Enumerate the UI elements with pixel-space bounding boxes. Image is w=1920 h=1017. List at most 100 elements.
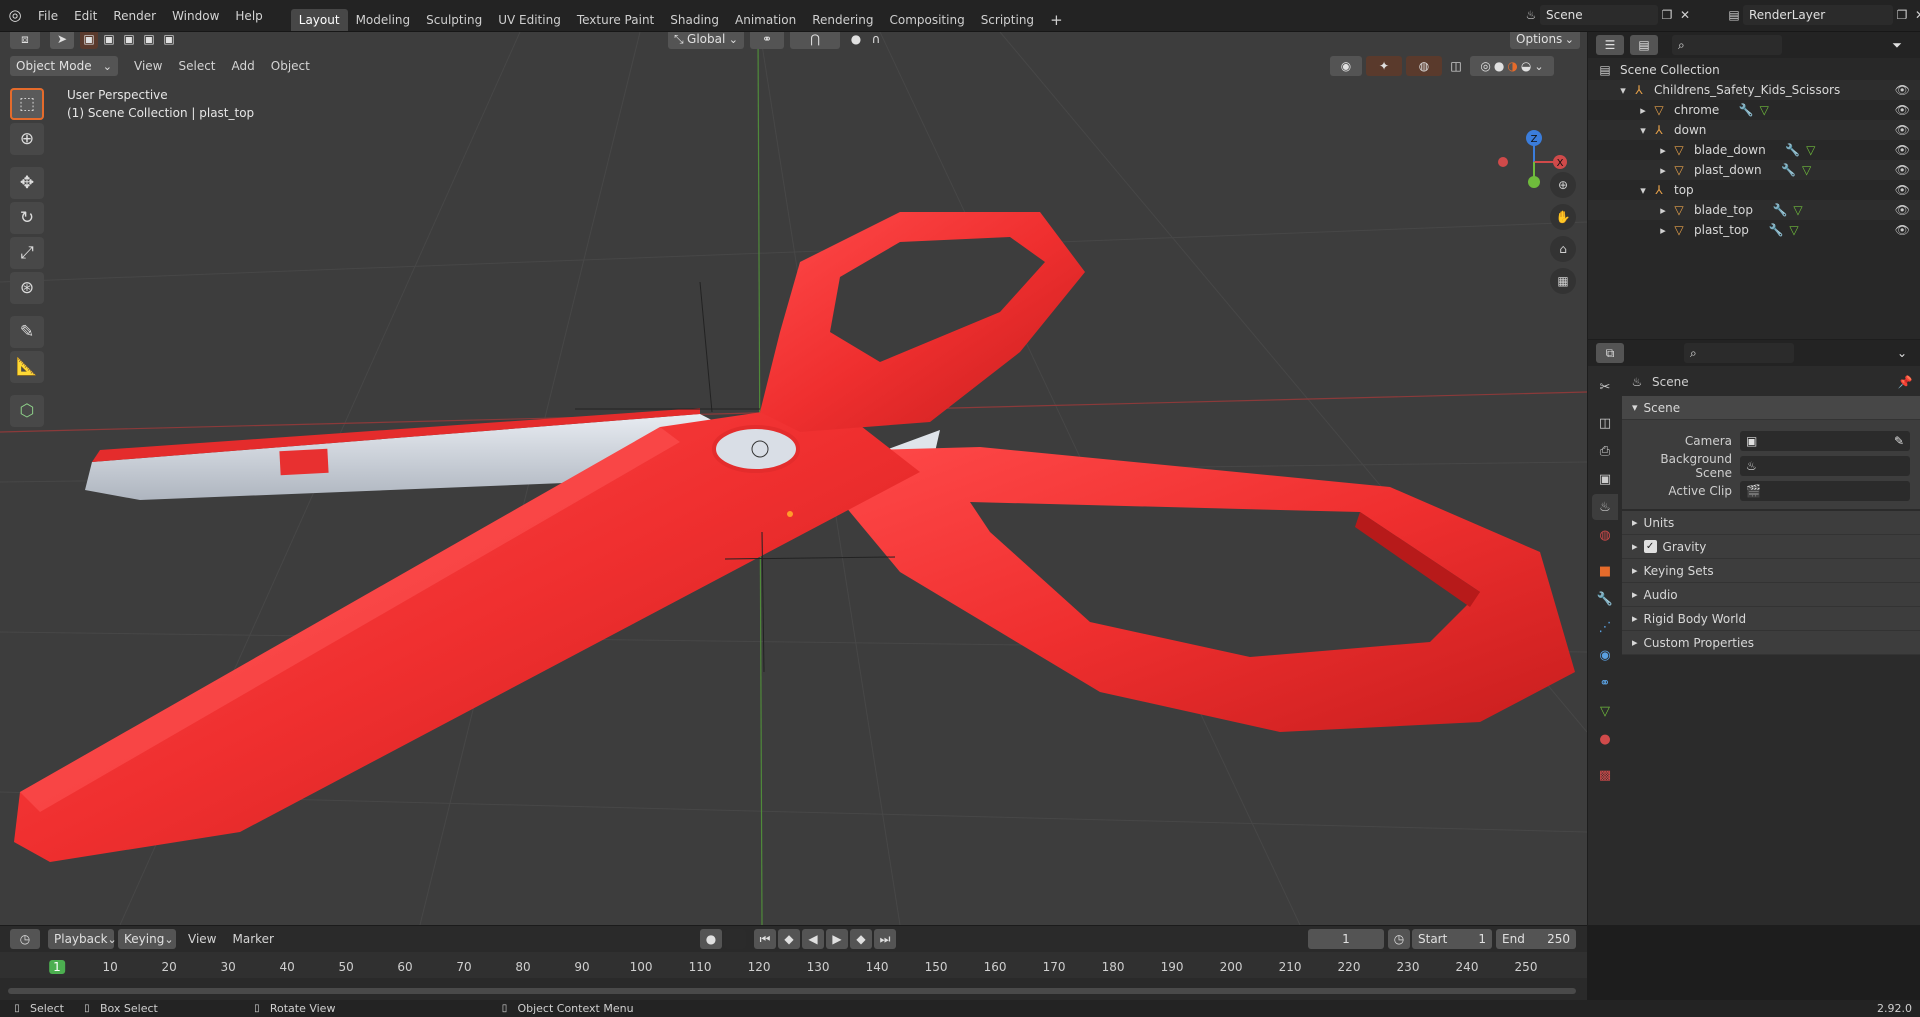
- outliner-row[interactable]: ▸ ▽ blade_down 🔧 ▽ 👁: [1588, 140, 1920, 160]
- jump-start-button[interactable]: ⏮: [754, 929, 776, 949]
- disclosure-triangle-icon[interactable]: ▾: [1616, 81, 1630, 99]
- menu-help[interactable]: Help: [227, 6, 270, 26]
- visibility-eye-icon[interactable]: 👁: [1895, 83, 1910, 97]
- gizmo-toggle[interactable]: ✦: [1366, 56, 1402, 76]
- disclosure-triangle-icon[interactable]: ▾: [1636, 181, 1650, 199]
- mode-selector[interactable]: Object Mode ⌄: [10, 56, 118, 76]
- vp-menu-add[interactable]: Add: [224, 56, 263, 76]
- options-dropdown[interactable]: Options ⌄: [1510, 32, 1580, 49]
- panel-header-custom-properties[interactable]: ▸ Custom Properties: [1622, 631, 1920, 655]
- disclosure-triangle-icon[interactable]: ▸: [1656, 161, 1670, 179]
- tab-sculpting[interactable]: Sculpting: [418, 9, 490, 31]
- outliner-row[interactable]: ▾ ⅄ Childrens_Safety_Kids_Scissors 👁: [1588, 80, 1920, 100]
- visibility-selector[interactable]: ◉: [1330, 56, 1362, 76]
- mesh-data-icon[interactable]: ▽: [1789, 201, 1807, 219]
- outliner-row[interactable]: ▸ ▽ blade_top 🔧 ▽ 👁: [1588, 200, 1920, 220]
- visibility-eye-icon[interactable]: 👁: [1895, 223, 1910, 237]
- preview-range-button[interactable]: ◷: [1388, 929, 1410, 949]
- properties-options-button[interactable]: ⌄: [1892, 343, 1912, 363]
- visibility-eye-icon[interactable]: 👁: [1895, 103, 1910, 117]
- copy-scene-icon[interactable]: ❐: [1658, 6, 1676, 24]
- tab-render[interactable]: ◫: [1592, 410, 1618, 436]
- proportional-edit-toggle[interactable]: ●: [846, 32, 866, 49]
- eyedropper-icon[interactable]: ✎: [1894, 434, 1904, 448]
- outliner-row[interactable]: ▸ ▽ chrome 🔧 ▽ 👁: [1588, 100, 1920, 120]
- panel-header-rigid-body-world[interactable]: ▸ Rigid Body World: [1622, 607, 1920, 631]
- tab-texture[interactable]: ▩: [1592, 762, 1618, 788]
- tool-add-cube[interactable]: ⬡: [10, 395, 44, 427]
- tab-scripting[interactable]: Scripting: [973, 9, 1042, 31]
- mesh-data-icon[interactable]: ▽: [1798, 161, 1816, 179]
- tool-annotate[interactable]: ✎: [10, 316, 44, 348]
- vp-menu-object[interactable]: Object: [263, 56, 318, 76]
- jump-end-button[interactable]: ⏭: [874, 929, 896, 949]
- menu-render[interactable]: Render: [105, 6, 164, 26]
- ortho-grid-icon[interactable]: ▦: [1550, 268, 1576, 294]
- tab-layout[interactable]: Layout: [290, 9, 348, 31]
- tab-physics[interactable]: ◉: [1592, 642, 1618, 668]
- frame-ruler[interactable]: 1 10 20 30 40 50 60 70 80 90 100 110 120 130 140 150 160…: [0, 952, 1587, 978]
- render-layer-field[interactable]: RenderLayer: [1743, 5, 1893, 25]
- properties-search-input[interactable]: ⌕: [1684, 343, 1794, 363]
- render-layer-icon[interactable]: ▤: [1725, 6, 1743, 24]
- timeline-menu-marker[interactable]: Marker: [224, 929, 281, 949]
- scene-panel-header[interactable]: ▾ Scene: [1622, 396, 1920, 420]
- select-new-icon[interactable]: ▣: [80, 32, 98, 49]
- vp-menu-select[interactable]: Select: [170, 56, 223, 76]
- timeline-editor-type[interactable]: ◷: [10, 929, 40, 949]
- panel-header-units[interactable]: ▸ Units: [1622, 511, 1920, 535]
- tab-object[interactable]: ■: [1592, 558, 1618, 584]
- pan-hand-icon[interactable]: ✋: [1550, 204, 1576, 230]
- rendered-shading-icon[interactable]: ◒: [1521, 59, 1531, 73]
- select-subtract-icon[interactable]: ▣: [120, 32, 138, 49]
- disclosure-triangle-icon[interactable]: ▸: [1656, 221, 1670, 239]
- tab-modeling[interactable]: Modeling: [348, 9, 419, 31]
- wireframe-shading-icon[interactable]: ◎: [1480, 59, 1490, 73]
- tool-measure[interactable]: 📐: [10, 351, 44, 383]
- tab-compositing[interactable]: Compositing: [881, 9, 972, 31]
- active-clip-field[interactable]: 🎬: [1740, 480, 1910, 501]
- record-button[interactable]: ●: [700, 929, 722, 949]
- pin-icon[interactable]: 📌: [1896, 373, 1914, 391]
- tab-texture-paint[interactable]: Texture Paint: [569, 9, 662, 31]
- 3d-viewport[interactable]: Object Mode ⌄ View Select Add Object ⧈ ➤…: [0, 32, 1587, 925]
- zoom-icon[interactable]: ⊕: [1550, 172, 1576, 198]
- tab-modifiers[interactable]: 🔧: [1592, 586, 1618, 612]
- end-frame-field[interactable]: End 250: [1496, 929, 1576, 949]
- orientation-selector[interactable]: ⤡ Global ⌄: [668, 32, 744, 49]
- tab-output[interactable]: ⎙: [1592, 438, 1618, 464]
- scene-name-field[interactable]: Scene: [1540, 5, 1658, 25]
- modifier-wrench-icon[interactable]: 🔧: [1737, 101, 1755, 119]
- visibility-eye-icon[interactable]: 👁: [1895, 183, 1910, 197]
- copy-layer-icon[interactable]: ❐: [1893, 6, 1911, 24]
- falloff-selector[interactable]: ∩: [866, 32, 886, 49]
- play-button[interactable]: ▶: [826, 929, 848, 949]
- current-frame-field[interactable]: 1: [1308, 929, 1384, 949]
- timeline-menu-view[interactable]: View: [180, 929, 224, 949]
- start-frame-field[interactable]: Start 1: [1412, 929, 1492, 949]
- vp-menu-view[interactable]: View: [126, 56, 170, 76]
- outliner-row[interactable]: ▸ ▽ plast_top 🔧 ▽ 👁: [1588, 220, 1920, 240]
- overlay-toggle[interactable]: ◍: [1406, 56, 1442, 76]
- tab-shading[interactable]: Shading: [662, 9, 727, 31]
- properties-editor-type[interactable]: ⧉: [1596, 343, 1624, 363]
- close-scene-icon[interactable]: ✕: [1676, 6, 1694, 24]
- mesh-data-icon[interactable]: ▽: [1785, 221, 1803, 239]
- select-tool-toggle[interactable]: ➤: [50, 32, 74, 49]
- modifier-wrench-icon[interactable]: 🔧: [1784, 141, 1802, 159]
- blender-logo-icon[interactable]: ◎: [6, 7, 24, 25]
- visibility-eye-icon[interactable]: 👁: [1895, 143, 1910, 157]
- tab-animation[interactable]: Animation: [727, 9, 804, 31]
- menu-edit[interactable]: Edit: [66, 6, 105, 26]
- tool-cursor[interactable]: ⊕: [10, 123, 44, 155]
- panel-header-gravity[interactable]: ▸ ✓ Gravity: [1622, 535, 1920, 559]
- camera-view-icon[interactable]: ⌂: [1550, 236, 1576, 262]
- timeline-scrollbar[interactable]: [8, 988, 1576, 994]
- tab-constraints[interactable]: ⚭: [1592, 670, 1618, 696]
- tab-scene[interactable]: ♨: [1592, 494, 1618, 520]
- disclosure-triangle-icon[interactable]: ▸: [1656, 201, 1670, 219]
- scene-icon[interactable]: ♨: [1522, 6, 1540, 24]
- tab-material[interactable]: ●: [1592, 726, 1618, 752]
- material-shading-icon[interactable]: ◑: [1507, 59, 1517, 73]
- select-invert-icon[interactable]: ▣: [140, 32, 158, 49]
